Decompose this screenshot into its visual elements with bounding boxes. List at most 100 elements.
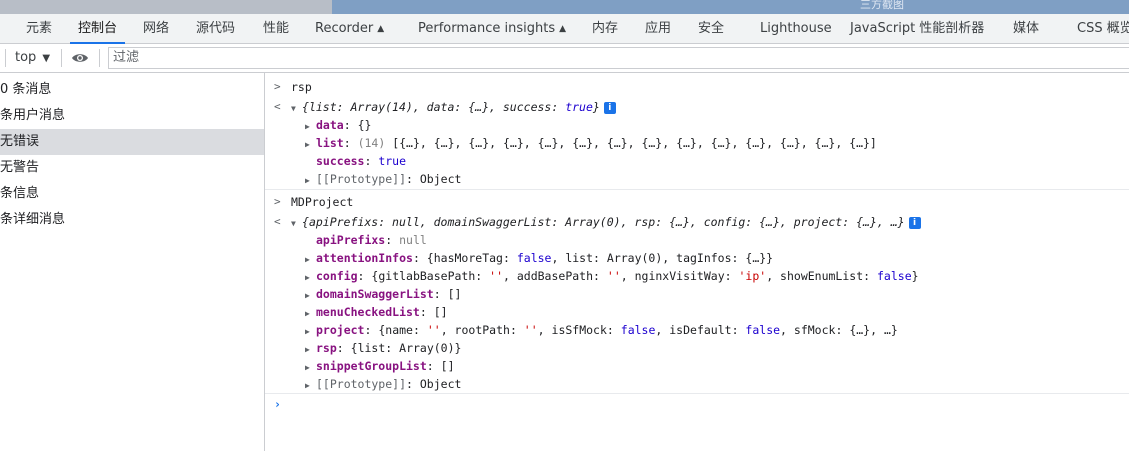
tab-application[interactable]: 应用 [643, 14, 673, 43]
sum-val: {…} [856, 215, 877, 229]
info-icon[interactable]: i [603, 102, 616, 114]
prop-project[interactable]: ▶ project: {name: '', rootPath: '', isSfM… [265, 321, 1129, 339]
sub-key: tagInfos [676, 251, 732, 265]
eye-icon[interactable] [71, 52, 89, 64]
object-summary[interactable]: ▼ {apiPrefixs: null, domainSwaggerList: A… [291, 213, 921, 233]
sidebar-item-errors[interactable]: 无错误 [0, 129, 264, 155]
sum-p: , …} [876, 215, 905, 229]
sub-key: showEnumList [780, 269, 864, 283]
prop-key: success [316, 154, 365, 168]
tab-performance[interactable]: 性能 [261, 14, 291, 43]
sum-colon: : [551, 100, 566, 114]
tab-security[interactable]: 安全 [696, 14, 726, 43]
sum-p: , [419, 215, 434, 229]
sub-val: '' [489, 269, 503, 283]
tab-lighthouse[interactable]: Lighthouse [758, 14, 834, 43]
sub-key: list [565, 251, 594, 265]
tab-css-overview[interactable]: CSS 概览 [1075, 14, 1129, 43]
sub-key: rootPath [454, 323, 510, 337]
sum-key: config [703, 215, 746, 229]
info-icon[interactable]: i [908, 217, 921, 229]
object-summary[interactable]: ▼ {list: Array(14), data: {…}, success: t… [291, 98, 616, 118]
tab-recorder-label: Recorder [315, 21, 374, 36]
prop-key: apiPrefixs [316, 233, 386, 247]
tab-memory[interactable]: 内存 [590, 14, 620, 43]
punct: { [426, 251, 434, 265]
expand-arrow-icon[interactable]: ▶ [305, 172, 316, 190]
console-input-line: > rsp [265, 78, 1129, 96]
sidebar-item-info[interactable]: 条信息 [0, 181, 264, 207]
input-text: MDProject [291, 195, 354, 209]
sum-val: Array(0) [565, 215, 621, 229]
sidebar-item-verbose[interactable]: 条详细消息 [0, 207, 264, 233]
sum-colon: : [378, 215, 393, 229]
sub-key: sfMock [793, 323, 836, 337]
prop-attentionInfos[interactable]: ▶ attentionInfos: {hasMoreTag: false, lis… [265, 249, 1129, 267]
sub-val: {…} [745, 251, 767, 265]
prop-menuCheckedList[interactable]: ▶ menuCheckedList: [] [265, 303, 1129, 321]
context-selector[interactable]: top ▼ [15, 44, 50, 73]
sub-val: 'ip' [738, 269, 767, 283]
filter-input[interactable]: 过滤 [108, 47, 1129, 69]
toolbar-divider [5, 49, 6, 67]
list-count: (14) [357, 136, 386, 150]
prop-list[interactable]: ▶ list: (14) [{…}, {…}, {…}, {…}, {…}, {…… [265, 134, 1129, 152]
sub-key: list [357, 341, 386, 355]
flask-icon: ▲ [377, 24, 385, 34]
console-toolbar: top ▼ 过滤 [0, 44, 1129, 73]
sub-val: {…} [849, 323, 871, 337]
prop-config[interactable]: ▶ config: {gitlabBasePath: '', addBasePat… [265, 267, 1129, 285]
prop-prototype[interactable]: ▶ [[Prototype]]: Object [265, 375, 1129, 393]
prop-apiPrefixs: apiPrefixs: null [316, 233, 427, 247]
sidebar-item-messages[interactable]: 0 条消息 [0, 77, 264, 103]
prop-snippetGroupList[interactable]: ▶ snippetGroupList: [] [265, 357, 1129, 375]
sidebar-item-user-messages[interactable]: 条用户消息 [0, 103, 264, 129]
tab-recorder[interactable]: Recorder ▲ [313, 14, 386, 43]
console-prompt[interactable]: › [265, 395, 1129, 413]
tab-elements[interactable]: 元素 [24, 14, 54, 43]
console-result-line: < ▼ {list: Array(14), data: {…}, success:… [265, 98, 1129, 116]
sum-p: , [779, 215, 794, 229]
sum-key: success [502, 100, 552, 114]
sidebar-item-warnings[interactable]: 无警告 [0, 155, 264, 181]
prop-key: list [316, 136, 344, 150]
sub-val: '' [606, 269, 621, 283]
sub-val: false [516, 251, 552, 265]
sum-colon: : [454, 100, 469, 114]
tab-js-profiler[interactable]: JavaScript 性能剖析器 [848, 14, 986, 43]
input-chevron-icon: > [274, 195, 281, 208]
punct: , [620, 269, 635, 283]
tab-sources[interactable]: 源代码 [194, 14, 237, 43]
sum-val: null [392, 215, 420, 229]
punct: } [766, 251, 774, 265]
devtools-tab-bar: 元素 控制台 网络 源代码 性能 Recorder ▲ Performance i… [0, 14, 1129, 44]
sub-key: nginxVisitWay [634, 269, 725, 283]
prop-value: Object [419, 172, 462, 186]
result-chevron-icon: < [274, 215, 281, 228]
tab-network[interactable]: 网络 [141, 14, 171, 43]
sum-key: rsp [634, 215, 656, 229]
punct: } [911, 269, 919, 283]
message-divider [265, 393, 1129, 394]
prop-rsp[interactable]: ▶ rsp: {list: Array(0)} [265, 339, 1129, 357]
sub-val: false [745, 323, 781, 337]
prop-value: null [399, 233, 427, 247]
top-strip-text: 三方截图 [860, 0, 904, 11]
prop-success: success: true [316, 154, 407, 168]
prop-prototype[interactable]: ▶ [[Prototype]]: Object [265, 170, 1129, 188]
tab-performance-insights[interactable]: Performance insights ▲ [416, 14, 568, 43]
tab-console[interactable]: 控制台 [69, 14, 126, 44]
sub-val: Array(0) [399, 341, 455, 355]
sum-key: apiPrefixs [308, 215, 379, 229]
tab-media[interactable]: 媒体 [1011, 14, 1041, 43]
prop-domainSwaggerList[interactable]: ▶ domainSwaggerList: [] [265, 285, 1129, 303]
prop-key: domainSwaggerList [316, 287, 434, 301]
sum-p: , [489, 100, 503, 114]
console-result-line: < ▼ {apiPrefixs: null, domainSwaggerList:… [265, 213, 1129, 231]
sum-val: {…} [759, 215, 780, 229]
prop-data[interactable]: ▶ data: {} [265, 116, 1129, 134]
tab-performance-insights-label: Performance insights [418, 21, 556, 36]
prop-key: menuCheckedList [316, 305, 420, 319]
sum-p: { [302, 100, 309, 114]
result-chevron-icon: < [274, 100, 281, 113]
